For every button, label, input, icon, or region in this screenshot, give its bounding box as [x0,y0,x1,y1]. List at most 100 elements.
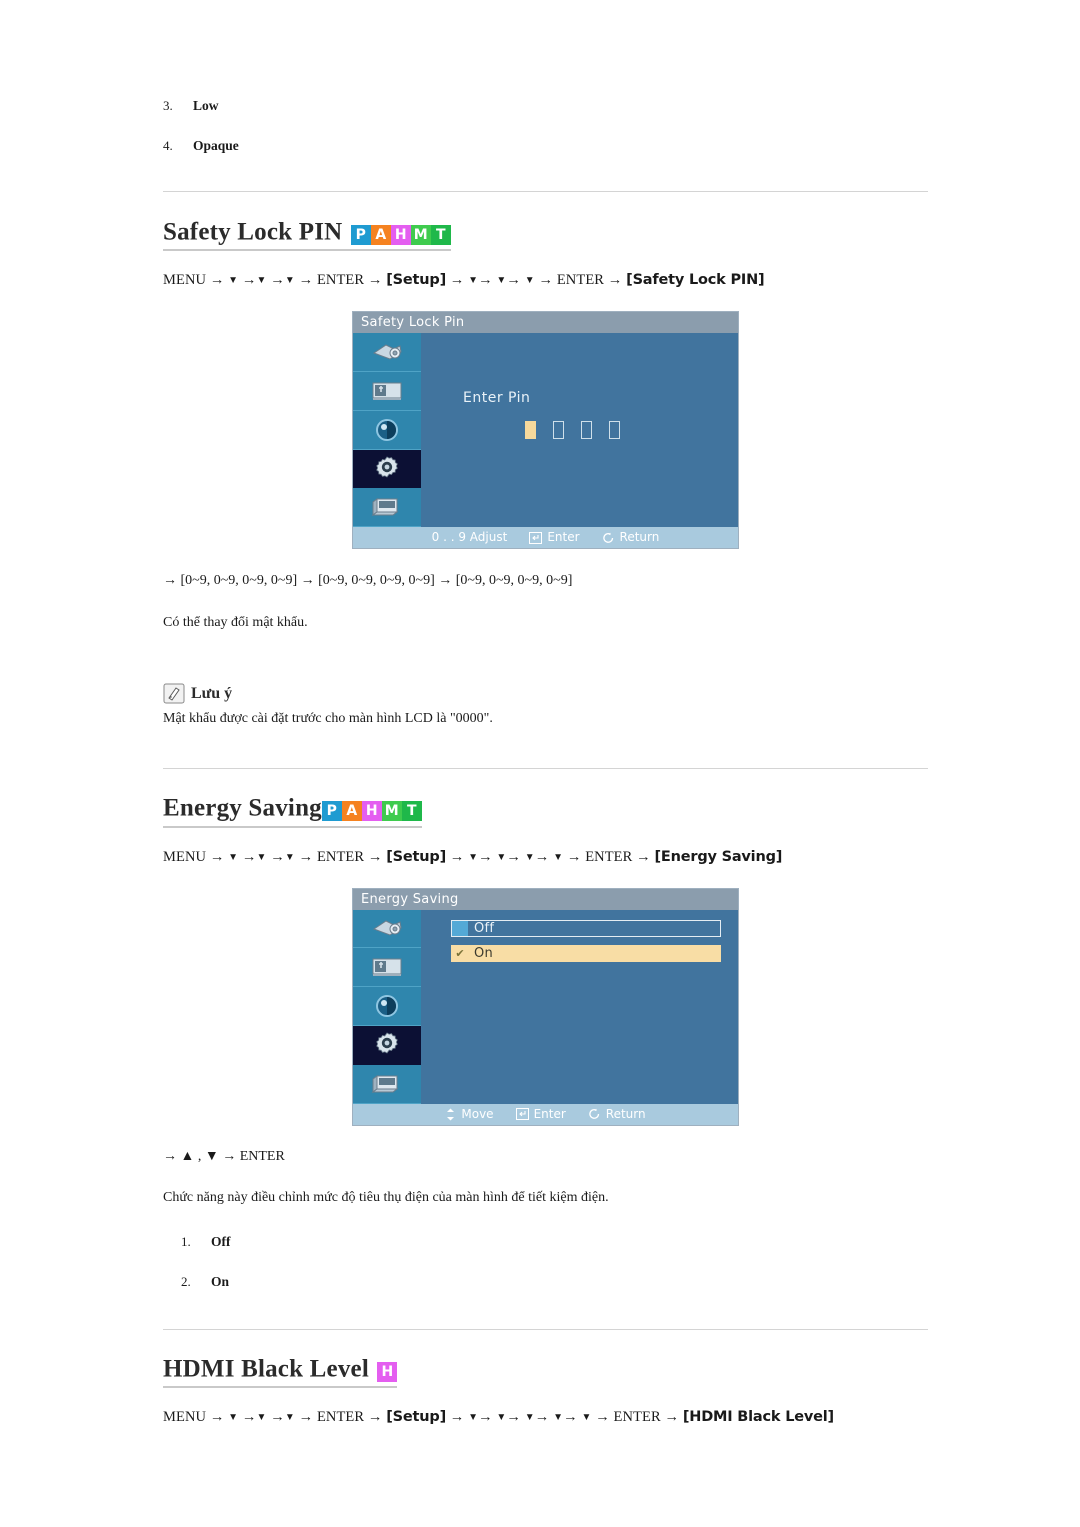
nav-down-arrow: ▼ [524,1411,535,1423]
osd-body: Enter Pin [421,333,738,528]
nav-down-arrow: ▼ [284,851,295,863]
osd-title: Safety Lock Pin [353,312,738,334]
menu-path-start: MENU [163,1408,207,1425]
osd-footer: 0 . . 9 Adjust Enter Return [353,527,738,549]
footer-move: Move [445,1104,494,1125]
monitor-icon [371,495,403,519]
page-title: Energy Saving P A H M T [163,793,422,828]
footer-return: Return [588,1104,646,1125]
badge-h: H [377,1361,398,1382]
osd-title: Energy Saving [353,888,738,910]
sidebar-item-multi-control[interactable] [353,488,421,528]
menu-path-start: MENU [163,272,207,289]
menu-path-target: [Energy Saving] [654,848,783,865]
sidebar-item-sound[interactable] [353,410,421,450]
enter-icon [515,1108,529,1121]
contrast-circle-icon [374,993,400,1019]
nav-down-arrow: ▼ [581,1411,592,1423]
badge-p: P [350,225,371,245]
badge-p: P [321,801,342,822]
section-title-text: HDMI Black Level [163,1354,369,1382]
menu-path-enter: ENTER [316,272,365,289]
badge-m: M [410,225,431,245]
footer-return: Return [602,527,660,548]
list-item-index: 3. [163,98,173,113]
nav-down-arrow: ▼ [553,1411,564,1423]
nav-down-arrow: ▼ [228,275,239,287]
osd-sidebar [353,333,421,528]
option-off[interactable]: Off [451,919,721,937]
option-list: Off ✔ On [451,919,721,970]
footer-return-label: Return [605,1106,646,1121]
footer-return-label: Return [619,530,660,545]
footer-move-label: Move [461,1106,494,1121]
pin-digit-3[interactable] [581,421,592,440]
pin-entry[interactable] [525,421,620,440]
badge-h: H [390,225,411,245]
section-hdmi-black-level: HDMI Black Level H MENU → ▼ →▼ →▼ → ENTE… [163,1354,928,1426]
gear-icon [373,1031,401,1059]
nav-down-arrow: ▼ [496,275,507,287]
nav-down-arrow: ▼ [284,1411,295,1423]
pin-digit-4[interactable] [609,421,620,440]
document-page: 3. Low 4. Opaque Safety Lock PIN PAHMT M… [0,0,1080,1527]
note-body: Mật khẩu được cài đặt trước cho màn hình… [163,711,493,727]
enter-pin-label: Enter Pin [463,390,531,407]
sidebar-item-display[interactable] [353,948,421,988]
move-icon [445,1108,456,1121]
sidebar-item-multi-control[interactable] [353,1064,421,1104]
section-divider [163,191,928,192]
list-item: 1. Off [181,1234,928,1250]
badge-t: T [401,801,422,822]
sidebar-item-picture[interactable] [353,909,421,949]
page-title: HDMI Black Level H [163,1354,398,1388]
menu-path-enter: ENTER [316,1408,365,1425]
osd-body: Off ✔ On [421,909,738,1104]
gear-icon [373,455,401,483]
footer-enter-label: Enter [547,530,580,545]
display-icon [370,380,404,402]
list-item-index: 2. [181,1273,191,1289]
list-item-label: Opaque [193,138,239,153]
section-divider [163,1328,928,1330]
model-badges: PAHMT [350,225,451,245]
sidebar-item-sound[interactable] [353,987,421,1026]
option-off-label: Off [474,920,495,936]
nav-down-arrow: ▼ [256,1411,267,1423]
page-title: Safety Lock PIN PAHMT [163,217,451,252]
option-on[interactable]: ✔ On [451,944,721,962]
option-off-marker [452,920,468,936]
list-item-index: 4. [163,138,173,153]
page-content: 3. Low 4. Opaque Safety Lock PIN PAHMT M… [163,0,928,1426]
pin-digit-2[interactable] [553,421,564,440]
nav-down-arrow: ▼ [553,851,564,863]
nav-down-arrow: ▼ [284,275,295,287]
list-item: 2. On [181,1274,928,1290]
list-item: 4. Opaque [163,138,928,154]
sidebar-item-display[interactable] [353,372,421,411]
pin-description: Có thể thay đổi mật khẩu. [163,615,308,631]
monitor-icon [371,1072,403,1096]
section-safety-lock-pin: Safety Lock PIN PAHMT MENU → ▼ →▼ →▼ → E… [163,217,928,727]
pin-range-line: → [0~9, 0~9, 0~9, 0~9] → [0~9, 0~9, 0~9,… [163,573,573,589]
sidebar-item-setup[interactable] [353,1025,421,1065]
osd-screenshot-safety-lock-pin: Safety Lock Pin Enter Pin 0 . . 9 Adjust… [352,311,739,550]
sidebar-item-setup[interactable] [353,449,421,489]
footer-enter: Enter [515,1104,566,1125]
nav-down-arrow: ▼ [496,1411,507,1423]
note-icon [163,683,185,704]
list-item-label: Low [193,98,219,113]
nav-down-arrow: ▼ [228,1411,239,1423]
model-badges: H [377,1361,398,1382]
nav-down-arrow: ▼ [256,851,267,863]
pin-digit-1[interactable] [525,421,536,440]
nav-down-arrow: ▼ [468,851,479,863]
badge-a: A [370,225,391,245]
top-numbered-list: 3. Low 4. Opaque [163,98,928,154]
menu-path: MENU → ▼ →▼ →▼ → ENTER → [Setup] → ▼→ ▼→… [163,272,765,289]
list-item: 3. Low [163,98,928,114]
sidebar-item-picture[interactable] [353,333,421,373]
nav-down-arrow: ▼ [228,851,239,863]
osd-sidebar [353,909,421,1104]
menu-path-target: [Safety Lock PIN] [626,272,765,289]
